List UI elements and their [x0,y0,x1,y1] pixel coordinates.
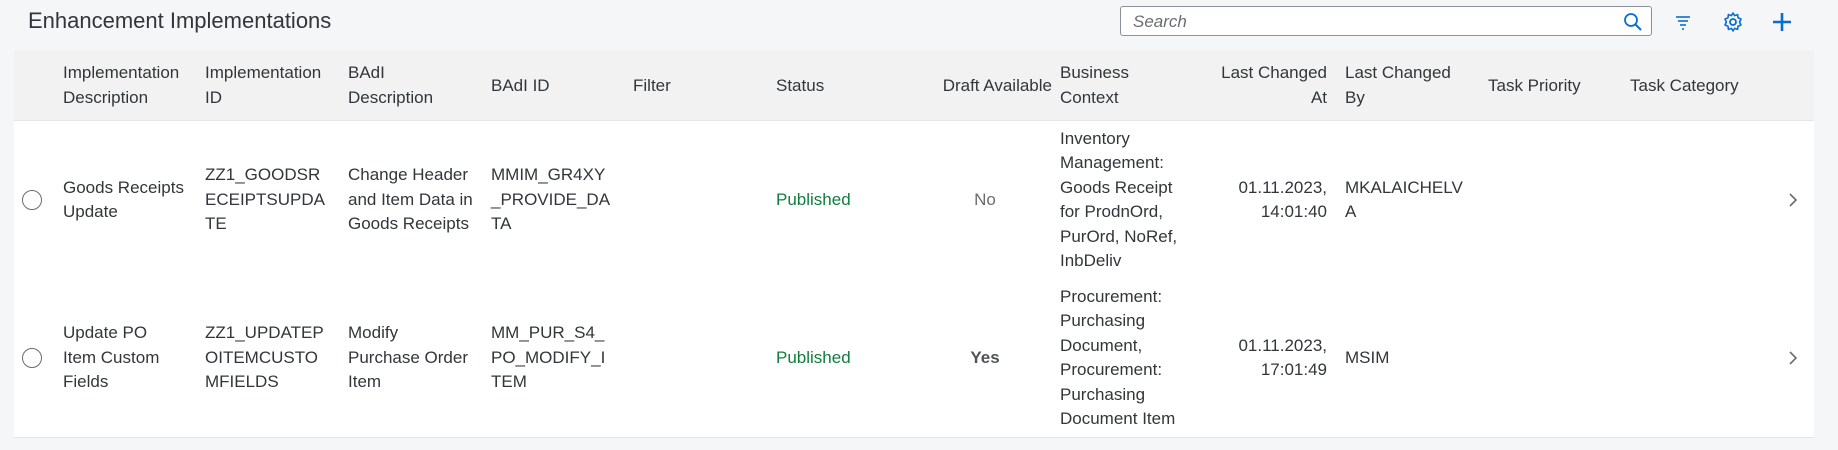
last-changed-at-cell: 01.11.2023, 17:01:49 [1238,335,1327,380]
chevron-right-icon[interactable] [1786,349,1800,367]
column-header-task-category[interactable]: Task Category [1630,50,1760,120]
sort-icon [1676,16,1690,30]
table-header: Implementation Description Implementatio… [14,50,1814,121]
column-header-filter[interactable]: Filter [633,50,753,120]
column-header-draft-available[interactable]: Draft Available [918,50,1052,120]
page-toolbar: Enhancement Implementations [0,0,1838,44]
column-header-task-priority[interactable]: Task Priority [1488,50,1618,120]
add-icon [1773,13,1791,31]
draft-available-cell: No [974,189,996,209]
chevron-right-icon[interactable] [1786,191,1800,209]
table-row[interactable]: Goods Receipts Update ZZ1_GOODSRECEIPTSU… [14,121,1814,280]
task-priority-cell [1488,279,1618,437]
badi-description-cell: Modify Purchase Order Item [348,323,468,392]
add-button[interactable] [1766,8,1798,36]
business-context-cell: Procurement: Purchasing Document, Procur… [1060,286,1176,429]
settings-button[interactable] [1717,8,1749,36]
filter-cell [633,121,753,279]
implementations-table: Implementation Description Implementatio… [14,50,1814,438]
filter-cell [633,279,753,437]
search-input[interactable] [1131,10,1595,34]
column-header-implementation-id[interactable]: Implementation ID [205,50,335,120]
search-icon[interactable] [1623,12,1643,32]
row-select-radio[interactable] [22,190,42,210]
gear-icon [1724,12,1742,32]
status-cell: Published [776,189,851,209]
badi-id-cell: MM_PUR_S4_PO_MODIFY_ITEM [491,323,606,392]
sort-button[interactable] [1667,8,1699,36]
draft-available-cell: Yes [970,347,1000,367]
implementation-description-cell: Goods Receipts Update [63,177,184,222]
column-header-status[interactable]: Status [776,50,896,120]
page-title: Enhancement Implementations [28,8,332,33]
column-header-implementation-description[interactable]: Implementation Description [63,50,193,120]
last-changed-by-cell: MSIM [1345,347,1390,367]
implementation-description-cell: Update PO Item Custom Fields [63,323,160,392]
badi-id-cell: MMIM_GR4XY_PROVIDE_DATA [491,165,611,234]
column-header-last-changed-at[interactable]: Last Changed At [1202,50,1327,120]
status-cell: Published [776,347,851,367]
task-priority-cell [1488,121,1618,279]
column-header-badi-id[interactable]: BAdI ID [491,50,611,120]
last-changed-at-cell: 01.11.2023, 14:01:40 [1238,177,1327,222]
table-row[interactable]: Update PO Item Custom Fields ZZ1_UPDATEP… [14,279,1814,438]
search-field[interactable] [1120,6,1652,36]
implementation-id-cell: ZZ1_GOODSRECEIPTSUPDATE [205,165,325,234]
task-category-cell [1630,279,1760,437]
column-header-business-context[interactable]: Business Context [1060,50,1190,120]
column-header-badi-description[interactable]: BAdI Description [348,50,468,120]
implementation-id-cell: ZZ1_UPDATEPOITEMCUSTOMFIELDS [205,323,324,392]
badi-description-cell: Change Header and Item Data in Goods Rec… [348,165,473,234]
task-category-cell [1630,121,1760,279]
column-header-last-changed-by[interactable]: Last Changed By [1345,50,1470,120]
business-context-cell: Inventory Management: Goods Receipt for … [1060,128,1178,271]
last-changed-by-cell: MKALAICHELVA [1345,177,1463,222]
row-select-radio[interactable] [22,348,42,368]
